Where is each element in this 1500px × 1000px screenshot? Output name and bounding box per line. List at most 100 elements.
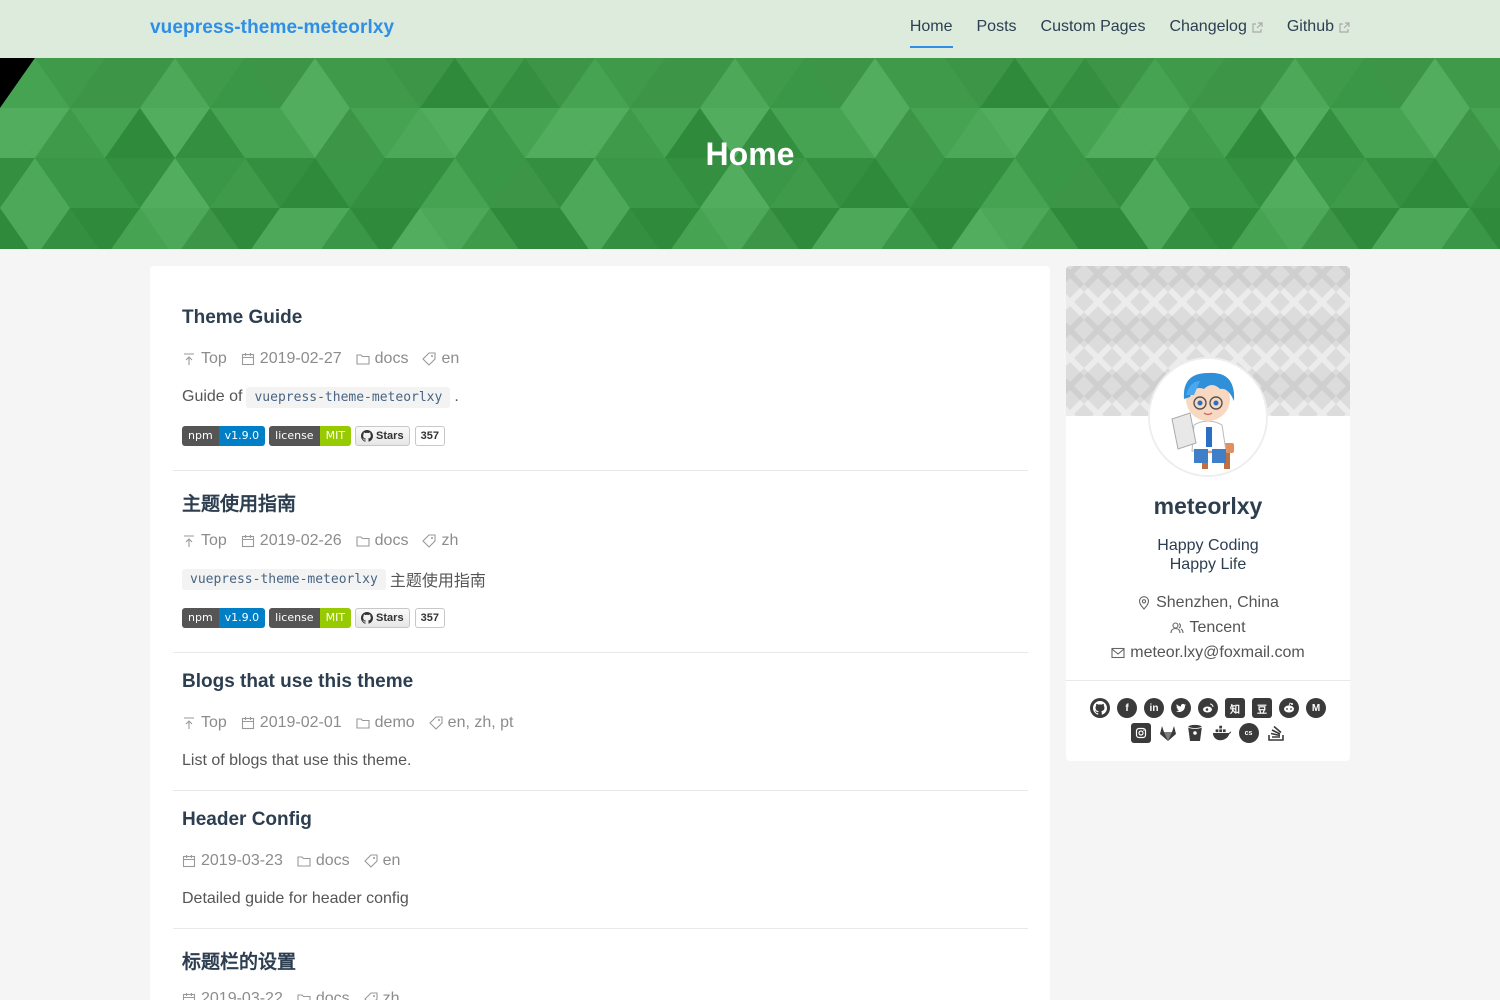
post-tags[interactable]: en — [422, 350, 459, 368]
stars-button: Stars — [355, 608, 410, 628]
docker-icon[interactable] — [1212, 723, 1232, 743]
social-links: f in 知 豆 M cs — [1066, 698, 1350, 747]
pin-top-icon — [184, 535, 194, 547]
post-item: Header Config 2019-03-23 docs en Detaile… — [173, 791, 1028, 929]
post-category-value: docs — [315, 852, 350, 869]
badge-label: npm — [182, 608, 219, 628]
post-top: Top — [182, 350, 227, 368]
nav-item-label: Posts — [976, 18, 1017, 35]
post-category[interactable]: docs — [356, 532, 408, 550]
nav-item-custom-pages[interactable]: Custom Pages — [1041, 0, 1146, 48]
zhihu-icon[interactable]: 知 — [1225, 698, 1245, 718]
post-title-link[interactable]: Theme Guide — [182, 307, 1028, 333]
linkedin-icon[interactable]: in — [1144, 698, 1164, 718]
post-category[interactable]: docs — [297, 990, 350, 1000]
nav-item-home[interactable]: Home — [909, 0, 953, 48]
linkedin-glyph: in — [1149, 702, 1159, 714]
post-tags[interactable]: en, zh, pt — [428, 714, 514, 732]
douban-icon[interactable]: 豆 — [1252, 698, 1272, 718]
post-excerpt: Guide of vuepress-theme-meteorlxy . — [182, 385, 1028, 409]
mail-icon — [1111, 647, 1125, 658]
navbar: vuepress-theme-meteorlxy Home Posts Cust… — [0, 0, 1500, 58]
post-category[interactable]: docs — [297, 852, 350, 870]
cover-cross — [1168, 266, 1196, 288]
license-badge[interactable]: license MIT — [269, 426, 352, 446]
npm-version-badge[interactable]: npm v1.9.0 — [182, 426, 266, 446]
profile-email[interactable]: meteor.lxy@foxmail.com — [1066, 640, 1350, 665]
github-stars-badge[interactable]: Stars 357 — [355, 426, 445, 446]
page-banner: Home — [0, 58, 1500, 249]
badge-label: license — [269, 608, 320, 628]
npm-version-badge[interactable]: npm v1.9.0 — [182, 608, 266, 628]
nav-item-posts[interactable]: Posts — [977, 0, 1017, 48]
instagram-icon[interactable] — [1130, 723, 1151, 743]
post-title-link[interactable]: Header Config — [182, 809, 1028, 835]
cover-cross — [1168, 288, 1196, 316]
medium-icon[interactable]: M — [1306, 698, 1326, 718]
cover-cross — [1308, 266, 1336, 288]
tag-icon — [422, 352, 436, 366]
pin-top-icon — [184, 353, 194, 365]
folder-icon — [356, 536, 370, 547]
post-tags[interactable]: en — [363, 852, 400, 870]
stack-overflow-icon[interactable] — [1266, 723, 1286, 743]
site-brand-link[interactable]: vuepress-theme-meteorlxy — [150, 17, 394, 39]
license-badge[interactable]: license MIT — [269, 608, 352, 628]
post-tags-value: zh — [441, 532, 459, 549]
post-date-value: 2019-02-27 — [259, 350, 342, 367]
post-excerpt: List of blogs that use this theme. — [182, 749, 1028, 773]
cover-cross — [1112, 372, 1140, 400]
facebook-icon[interactable]: f — [1117, 698, 1137, 718]
cover-cross — [1336, 266, 1350, 288]
post-title-link[interactable]: 标题栏的设置 — [182, 947, 1028, 973]
weibo-icon[interactable] — [1198, 698, 1218, 718]
profile-card: meteorlxy Happy Coding Happy Life Shenzh… — [1066, 266, 1350, 761]
cover-cross — [1140, 316, 1168, 344]
post-title-link[interactable]: 主题使用指南 — [182, 489, 1028, 515]
inline-code: vuepress-theme-meteorlxy — [182, 568, 386, 590]
reddit-icon[interactable] — [1279, 698, 1299, 718]
external-link-icon — [1339, 22, 1350, 33]
post-title-link[interactable]: Blogs that use this theme — [182, 671, 1028, 697]
post-date: 2019-02-26 — [241, 532, 342, 550]
bitbucket-icon[interactable] — [1185, 723, 1205, 743]
coding-icon[interactable]: cs — [1238, 723, 1259, 743]
post-category[interactable]: demo — [356, 714, 415, 732]
cover-cross — [1280, 288, 1308, 316]
nav-item-github[interactable]: Github — [1287, 0, 1350, 48]
medium-glyph: M — [1311, 702, 1321, 714]
post-date-value: 2019-02-01 — [259, 714, 342, 731]
user-group-icon — [1170, 621, 1185, 633]
profile-divider — [1066, 680, 1350, 681]
external-link-icon — [1252, 22, 1263, 33]
cover-cross — [1252, 344, 1280, 372]
cover-cross — [1066, 400, 1084, 428]
calendar-icon — [241, 535, 254, 548]
tag-icon — [422, 534, 436, 548]
cover-cross — [1280, 372, 1308, 400]
github-icon[interactable] — [1090, 698, 1110, 718]
post-top-label: Top — [201, 714, 227, 731]
twitter-icon[interactable] — [1171, 698, 1191, 718]
post-meta: 2019-03-23 docs en — [182, 850, 1028, 872]
post-item: Theme Guide Top 2019-02-27 docs en Guide… — [173, 266, 1028, 471]
post-date: 2019-02-01 — [241, 714, 342, 732]
post-category[interactable]: docs — [356, 350, 408, 368]
cover-cross — [1336, 288, 1350, 316]
nav-item-changelog[interactable]: Changelog — [1169, 0, 1263, 48]
github-icon — [361, 430, 374, 442]
post-tags[interactable]: zh — [363, 990, 400, 1000]
cover-cross — [1112, 288, 1140, 316]
stars-count: 357 — [414, 608, 445, 628]
github-stars-badge[interactable]: Stars 357 — [355, 608, 445, 628]
avatar — [1148, 357, 1268, 477]
post-date-value: 2019-02-26 — [259, 532, 342, 549]
excerpt-text: 主题使用指南 — [389, 573, 486, 590]
pin-top-icon — [184, 717, 194, 729]
gitlab-icon[interactable] — [1158, 723, 1178, 743]
post-tags[interactable]: zh — [422, 532, 458, 550]
nav-item-label: Home — [909, 18, 953, 35]
cover-cross — [1168, 316, 1196, 344]
excerpt-text: Guide of — [182, 388, 243, 405]
post-category-value: docs — [315, 990, 350, 1000]
